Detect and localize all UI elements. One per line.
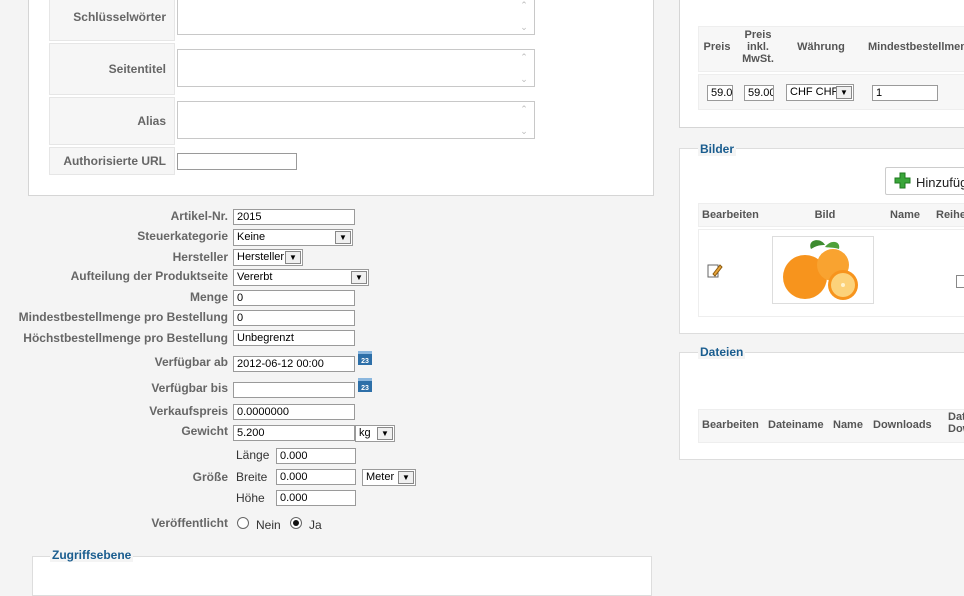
published-label: Veröffentlicht <box>151 516 228 530</box>
tax-category-value: Keine <box>237 231 266 243</box>
price-input[interactable]: 59.00 <box>707 85 733 101</box>
min-qty-header: Mindestbestellmenge <box>868 41 964 53</box>
chevron-down-icon: ▼ <box>335 231 351 244</box>
height-input[interactable]: 0.000 <box>276 490 356 506</box>
length-input[interactable]: 0.000 <box>276 448 356 464</box>
authorized-url-label: Authorisierte URL <box>63 154 166 168</box>
chevron-down-icon: ▼ <box>836 86 852 99</box>
keywords-label: Schlüsselwörter <box>73 10 166 24</box>
weight-label: Gewicht <box>181 424 228 438</box>
sale-price-label: Verkaufspreis <box>149 404 228 418</box>
available-from-input[interactable]: 2012-06-12 00:00 <box>233 356 355 372</box>
sale-price-input[interactable]: 0.0000000 <box>233 404 355 420</box>
images-name-header: Name <box>890 209 920 221</box>
add-image-label: Hinzufügen <box>916 175 964 190</box>
published-yes-label: Ja <box>309 518 322 532</box>
files-downloads-header: Downloads <box>873 419 932 431</box>
min-order-input[interactable]: 0 <box>233 310 355 326</box>
calendar-icon[interactable]: 23 <box>358 378 372 392</box>
published-yes-radio[interactable] <box>290 517 302 529</box>
published-no-radio[interactable] <box>237 517 249 529</box>
plus-icon <box>894 172 911 189</box>
article-no-label: Artikel-Nr. <box>170 209 228 223</box>
page-title-scrollbar[interactable]: ⌃ ⌄ <box>518 52 530 84</box>
manufacturer-select[interactable]: Hersteller ▼ <box>233 249 303 266</box>
images-panel: Hinzufügen Bearbeiten Bild Name Reihenfo… <box>679 148 964 334</box>
quantity-input[interactable]: 0 <box>233 290 355 306</box>
files-filename-header: Dateiname <box>768 419 824 431</box>
alias-label: Alias <box>137 114 166 128</box>
seo-panel: Schlüsselwörter ⌃ ⌄ Seitentitel ⌃ ⌄ Alias … <box>28 0 654 196</box>
chevron-down-icon: ▼ <box>377 427 393 440</box>
product-page-layout-value: Vererbt <box>237 271 273 283</box>
manufacturer-label: Hersteller <box>172 250 228 264</box>
size-unit-select[interactable]: Meter ▼ <box>362 469 416 486</box>
size-label: Größe <box>192 470 228 484</box>
images-edit-header: Bearbeiten <box>702 209 759 221</box>
chevron-down-icon: ▼ <box>398 471 414 484</box>
tax-category-select[interactable]: Keine ▼ <box>233 229 353 246</box>
alias-textarea[interactable]: ⌃ ⌄ <box>177 101 535 139</box>
page-title-textarea[interactable]: ⌃ ⌄ <box>177 49 535 87</box>
weight-unit-value: kg <box>359 427 371 439</box>
access-level-legend: Zugriffsebene <box>50 548 134 562</box>
currency-select[interactable]: CHF CHF ▼ <box>786 84 854 101</box>
manufacturer-value: Hersteller <box>237 251 285 263</box>
add-image-button[interactable]: Hinzufügen <box>885 167 964 195</box>
weight-unit-select[interactable]: kg ▼ <box>355 425 395 442</box>
images-image-header: Bild <box>814 209 836 221</box>
width-input[interactable]: 0.000 <box>276 469 356 485</box>
files-legend: Dateien <box>698 345 746 359</box>
height-label: Höhe <box>236 491 265 505</box>
available-until-input[interactable] <box>233 382 355 398</box>
pricing-panel: Preis Preis inkl. MwSt. Währung Mindestb… <box>679 0 964 128</box>
edit-icon[interactable] <box>707 262 723 278</box>
access-level-panel <box>32 556 652 596</box>
weight-input[interactable]: 5.200 <box>233 425 355 441</box>
price-incl-input[interactable]: 59.000 <box>744 85 774 101</box>
currency-value: CHF CHF <box>790 86 839 98</box>
currency-header: Währung <box>797 41 845 53</box>
keywords-label-cell: Schlüsselwörter <box>49 0 175 41</box>
tax-category-label: Steuerkategorie <box>137 229 228 243</box>
alias-scrollbar[interactable]: ⌃ ⌄ <box>518 104 530 136</box>
size-unit-value: Meter <box>366 471 395 483</box>
min-order-label: Mindestbestellmenge pro Bestellung <box>18 310 228 324</box>
keywords-textarea[interactable]: ⌃ ⌄ <box>177 0 535 35</box>
max-order-input[interactable]: Unbegrenzt <box>233 330 355 346</box>
files-last-header: Datum Download <box>948 411 964 435</box>
min-qty-input[interactable]: 1 <box>872 85 938 101</box>
chevron-down-icon: ▼ <box>285 251 301 264</box>
width-label: Breite <box>236 470 268 484</box>
price-incl-header: Preis inkl. MwSt. <box>742 29 774 65</box>
chevron-down-icon: ▼ <box>351 271 367 284</box>
available-until-label: Verfügbar bis <box>151 381 228 395</box>
article-no-input[interactable]: 2015 <box>233 209 355 225</box>
image-select-checkbox[interactable] <box>956 275 964 288</box>
calendar-icon[interactable]: 23 <box>358 351 372 365</box>
page-title-label-cell: Seitentitel <box>49 43 175 95</box>
available-from-label: Verfügbar ab <box>154 355 228 369</box>
quantity-label: Menge <box>189 290 228 304</box>
images-order-header: Reihenfolge <box>936 209 964 221</box>
price-header: Preis <box>703 41 731 53</box>
published-no-label: Nein <box>256 518 281 532</box>
max-order-label: Höchstbestellmenge pro Bestellung <box>23 331 228 345</box>
length-label: Länge <box>236 448 270 462</box>
product-image[interactable] <box>772 236 874 304</box>
product-page-layout-select[interactable]: Vererbt ▼ <box>233 269 369 286</box>
keywords-scrollbar[interactable]: ⌃ ⌄ <box>518 0 530 32</box>
images-legend: Bilder <box>698 142 737 156</box>
files-name-header: Name <box>833 419 863 431</box>
files-edit-header: Bearbeiten <box>702 419 759 431</box>
alias-label-cell: Alias <box>49 97 175 145</box>
authorized-url-input[interactable] <box>177 153 297 170</box>
product-page-layout-label: Aufteilung der Produktseite <box>70 269 228 283</box>
page-title-label: Seitentitel <box>108 62 166 76</box>
files-panel: Bearbeiten Dateiname Name Downloads Datu… <box>679 352 964 460</box>
authorized-url-label-cell: Authorisierte URL <box>49 147 175 175</box>
